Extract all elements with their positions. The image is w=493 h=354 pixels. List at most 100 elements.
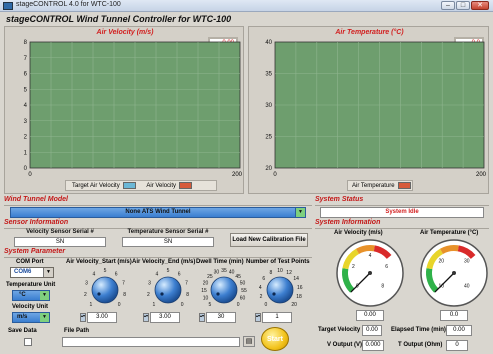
velocity-end-value[interactable]: 3.00 (150, 312, 180, 323)
save-data-checkbox[interactable] (24, 338, 32, 346)
temperature-x-tick: 200 (476, 172, 487, 178)
knob-indicator (272, 292, 276, 296)
vel-unit-value: m/s (17, 314, 28, 320)
gauge-scale-label: 40 (464, 284, 470, 290)
knob-scale-label: 5 (167, 268, 170, 274)
knob-scale-label: 50 (240, 280, 246, 286)
temperature-y-tick: 30 (265, 103, 272, 109)
knob-scale-label: 25 (207, 274, 213, 280)
knob-scale-label: 14 (293, 276, 299, 282)
temperature-y-tick: 25 (265, 135, 272, 141)
temp-unit-select[interactable]: °C ▼ (12, 290, 50, 301)
load-calibration-button[interactable]: Load New Calibration File (230, 233, 308, 247)
window-titlebar: stageCONTROL 4.0 for WTC-100 – □ ✕ (0, 0, 493, 12)
temp-sensor-field[interactable]: SN (122, 237, 214, 247)
start-button-label: Start (267, 336, 283, 343)
knob-scale-label: 0 (237, 302, 240, 308)
app-title: stageCONTROL Wind Tunnel Controller for … (6, 14, 232, 24)
knob-scale-label: 40 (229, 270, 235, 276)
knob-indicator (97, 292, 101, 296)
minimize-button[interactable]: – (441, 1, 455, 10)
knob-label-dwell-time: Dwell Time (min) (196, 259, 244, 265)
knob-scale-label: 7 (185, 280, 188, 286)
model-select[interactable]: None ATS Wind Tunnel ▼ (10, 207, 306, 218)
vel-unit-select[interactable]: m/s ▼ (12, 312, 50, 323)
velocity-y-tick: 6 (24, 72, 28, 78)
gauge-scale-label: 20 (438, 258, 444, 264)
knob-scale-label: 5 (104, 268, 107, 274)
temp-sensor-label: Temperature Sensor Serial # (127, 229, 209, 235)
velocity-y-tick: 3 (24, 119, 28, 125)
legend-air-velocity: Air Velocity (146, 183, 177, 189)
com-port-value: COM6 (14, 269, 32, 275)
knob-scale-label: 3 (148, 280, 151, 286)
knob-scale-label: 35 (221, 268, 227, 274)
model-value: None ATS Wind Tunnel (125, 209, 191, 215)
gauge-temp-value: 0.0 (440, 310, 468, 321)
dwell-time-stepper[interactable]: ▴▾ (199, 313, 205, 322)
knob-scale-label: 5 (208, 302, 211, 308)
velocity-start-value[interactable]: 3.00 (87, 312, 117, 323)
test-points-knob[interactable] (266, 276, 294, 304)
knob-scale-label: 1 (89, 302, 92, 308)
velocity-x-tick: 0 (28, 172, 32, 178)
knob-scale-label: 6 (262, 276, 265, 282)
folder-browse-icon[interactable]: ▤ (243, 336, 255, 347)
temp-unit-dropdown-icon[interactable]: ▼ (40, 291, 49, 300)
gauge-hub (368, 271, 372, 275)
temperature-legend: Air Temperature (347, 180, 413, 191)
knob-scale-label: 6 (178, 271, 181, 277)
knob-scale-label: 30 (214, 270, 220, 276)
knob-scale-label: 45 (235, 274, 241, 280)
gauge-scale-label: 8 (381, 284, 384, 290)
status-divider (315, 205, 489, 206)
temp-unit-label: Temperature Unit (6, 282, 56, 288)
params-heading: System Parameter (4, 248, 66, 255)
velocity-chart-panel: Air Velocity (m/s) 0.00 876543210 0 200 … (4, 26, 244, 194)
vel-unit-label: Velocity Unit (12, 304, 49, 310)
com-dropdown-icon[interactable]: ▼ (43, 268, 53, 277)
knob-scale-label: 10 (277, 268, 283, 274)
knob-indicator (160, 292, 164, 296)
com-port-select[interactable]: COM6 ▼ (10, 267, 54, 278)
temperature-chart-panel: Air Temperature (°C) 0.0 4035302520 0 20… (248, 26, 489, 194)
t-output-value: 0 (446, 340, 468, 351)
temperature-y-tick: 35 (265, 72, 272, 78)
velocity-y-tick: 0 (24, 166, 28, 172)
velocity-sensor-field[interactable]: SN (14, 237, 106, 247)
status-field: System Idle (320, 207, 484, 218)
knob-scale-label: 0 (118, 302, 121, 308)
knob-scale-label: 16 (297, 285, 303, 291)
start-button[interactable]: Start (261, 327, 289, 351)
file-path-field[interactable] (62, 337, 240, 347)
legend-temperature-icon[interactable] (397, 181, 411, 189)
knob-label-velocity-end: Air Velocity_End (m/s) (132, 259, 196, 265)
dwell-time-value[interactable]: 30 (206, 312, 236, 323)
knob-scale-label: 10 (203, 296, 209, 302)
maximize-button[interactable]: □ (456, 1, 470, 10)
dwell-time-knob[interactable] (210, 276, 238, 304)
file-path-label: File Path (64, 328, 90, 334)
save-data-label: Save Data (8, 328, 37, 334)
v-output-label: V Output (V) (327, 342, 362, 348)
legend-target-icon[interactable] (122, 181, 136, 189)
test-points-stepper[interactable]: ▴▾ (255, 313, 261, 322)
velocity-end-knob[interactable] (154, 276, 182, 304)
knob-scale-label: 6 (115, 271, 118, 277)
velocity-start-stepper[interactable]: ▴▾ (80, 313, 86, 322)
model-dropdown-icon[interactable]: ▼ (295, 208, 305, 217)
t-output-label: T Output (Ohm) (398, 342, 443, 348)
com-port-label: COM Port (16, 259, 44, 265)
vel-unit-dropdown-icon[interactable]: ▼ (40, 313, 49, 322)
velocity-legend: Target Air Velocity Air Velocity (65, 180, 217, 191)
legend-velocity-icon[interactable] (179, 181, 193, 189)
velocity-start-knob[interactable] (91, 276, 119, 304)
close-button[interactable]: ✕ (471, 1, 489, 10)
knob-scale-label: 4 (259, 285, 262, 291)
velocity-end-stepper[interactable]: ▴▾ (143, 313, 149, 322)
target-velocity-label: Target Velocity (318, 327, 361, 333)
gauges-area: 02468 1020 3040 (336, 239, 488, 307)
info-heading: System Information (315, 219, 381, 226)
test-points-value[interactable]: 1 (262, 312, 292, 323)
knob-scale-label: 7 (122, 280, 125, 286)
